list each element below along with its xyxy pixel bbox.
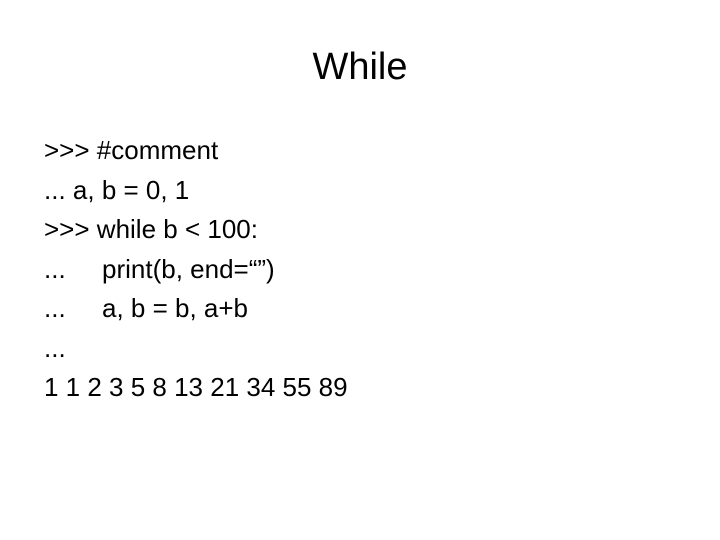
prompt: >>> bbox=[44, 135, 90, 165]
prompt: >>> bbox=[44, 214, 90, 244]
output-text: 1 1 2 3 5 8 13 21 34 55 89 bbox=[44, 372, 348, 402]
prompt: ... bbox=[44, 293, 66, 323]
prompt: ... bbox=[44, 253, 66, 284]
code-text: a, b = 0, 1 bbox=[72, 174, 190, 205]
slide-title: While bbox=[312, 46, 408, 88]
code-line-continuation: ... bbox=[44, 329, 348, 369]
code-line-print: ... print(b, end=“”) bbox=[44, 250, 348, 290]
prompt: ... bbox=[44, 174, 66, 205]
code-line-assign: ... a, b = 0, 1 bbox=[44, 171, 348, 211]
code-line-comment: >>> #comment bbox=[44, 131, 348, 171]
code-output: 1 1 2 3 5 8 13 21 34 55 89 bbox=[44, 368, 348, 408]
code-text: print(b, end=“”) bbox=[102, 253, 275, 284]
code-line-while: >>> while b < 100: bbox=[44, 210, 348, 250]
code-text: while b < 100: bbox=[96, 214, 258, 244]
code-listing: >>> #comment ... a, b = 0, 1 >>> while b… bbox=[44, 131, 348, 408]
prompt: ... bbox=[44, 332, 66, 363]
code-text: a, b = b, a+b bbox=[102, 293, 249, 323]
code-line-swap: ... a, b = b, a+b bbox=[44, 289, 348, 329]
code-text: #comment bbox=[96, 135, 219, 165]
